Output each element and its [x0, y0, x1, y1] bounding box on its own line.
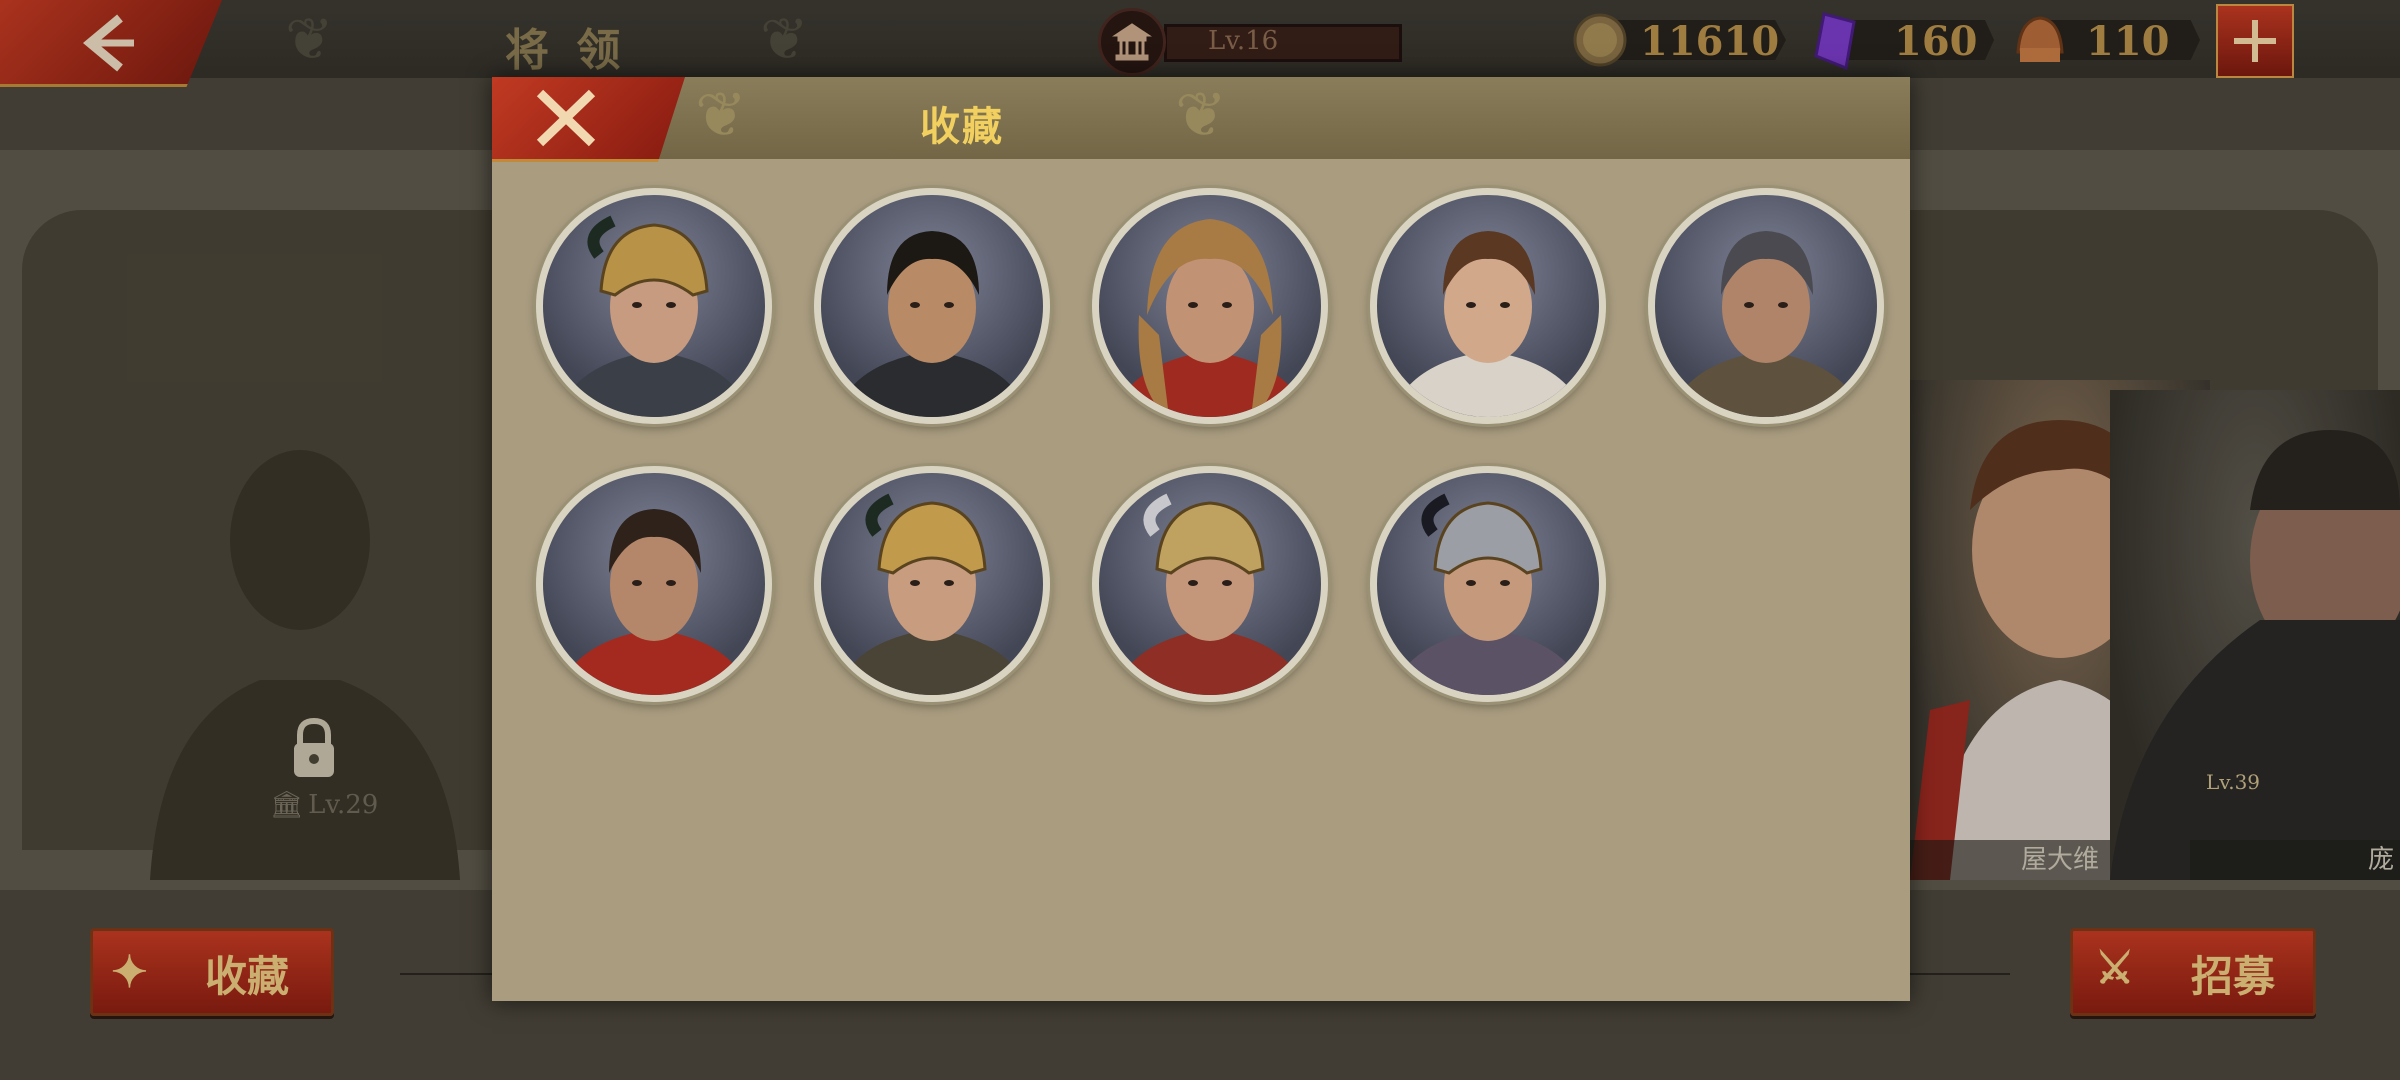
- hero-portrait-silver-gold-helmet-officer[interactable]: [1092, 466, 1328, 702]
- hero-portrait-grey-haired-veteran[interactable]: [1648, 188, 1884, 424]
- hero-portrait-long-haired-warrior[interactable]: [814, 188, 1050, 424]
- hero-portrait-young-man-white-toga[interactable]: [1370, 188, 1606, 424]
- hero-portrait-gold-helmet-officer[interactable]: [814, 466, 1050, 702]
- close-button[interactable]: [492, 77, 685, 162]
- hero-portrait-bearded-man-red-cloak[interactable]: [536, 466, 772, 702]
- close-icon: [536, 89, 596, 147]
- hero-portrait-silver-helmet-soldier[interactable]: [1370, 466, 1606, 702]
- hero-portrait-lion-hood-warrior[interactable]: [1092, 188, 1328, 424]
- hero-portrait-gold-helmet-soldier[interactable]: [536, 188, 772, 424]
- laurel-right-icon: ❦: [1175, 78, 1227, 151]
- modal-title: 收藏: [920, 103, 1004, 150]
- laurel-left-icon: ❦: [695, 78, 747, 151]
